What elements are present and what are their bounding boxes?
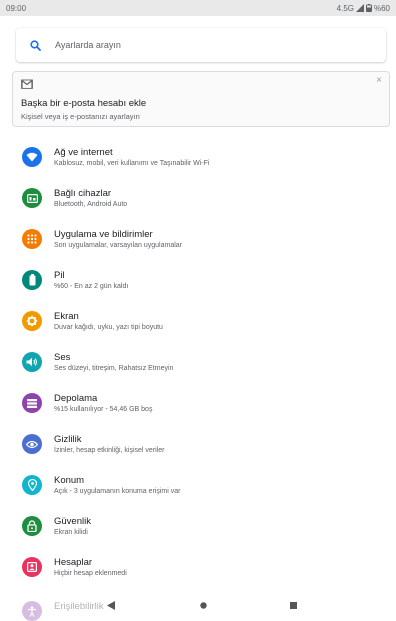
status-time: 09:00 [6, 3, 27, 13]
gmail-icon [21, 79, 33, 89]
storage-icon [22, 393, 42, 413]
accounts-icon [22, 557, 42, 577]
setting-storage[interactable]: Depolama %15 kullanılıyor - 54,46 GB boş [0, 384, 396, 425]
close-icon[interactable]: × [376, 76, 382, 86]
lock-icon [22, 516, 42, 536]
suggestion-subtitle: Kişisel veya iş e-postanızı ayarlayın [21, 112, 140, 121]
setting-subtitle: %60 - En az 2 gün kaldı [54, 283, 129, 290]
setting-title: Pil [54, 270, 65, 281]
search-icon [30, 39, 41, 51]
privacy-icon [22, 434, 42, 454]
setting-subtitle: Ses düzeyi, titreşim, Rahatsız Etmeyin [54, 365, 174, 372]
brightness-icon [22, 311, 42, 331]
setting-title: Güvenlik [54, 516, 91, 527]
suggestion-card[interactable]: × Başka bir e-posta hesabı ekle Kişisel … [12, 71, 390, 127]
setting-security[interactable]: Güvenlik Ekran kilidi [0, 507, 396, 548]
setting-subtitle: Kablosuz, mobil, veri kullanımı ve Taşın… [54, 160, 210, 167]
search-placeholder: Ayarlarda arayın [55, 40, 121, 50]
setting-title: Hesaplar [54, 557, 93, 568]
setting-subtitle: Bluetooth, Android Auto [54, 201, 128, 208]
setting-title: Depolama [54, 393, 98, 404]
back-icon [107, 600, 115, 610]
volume-icon [22, 352, 42, 372]
battery-status-icon [365, 4, 372, 12]
battery-percent: %60 [373, 3, 390, 13]
setting-privacy[interactable]: Gizlilik İzinler, hesap etkinliği, kişis… [0, 425, 396, 466]
setting-title: Ses [54, 352, 71, 363]
setting-subtitle: Son uygulamalar, varsayılan uygulamalar [54, 242, 183, 249]
setting-title: Konum [54, 475, 85, 486]
setting-title: Ağ ve internet [54, 147, 113, 158]
setting-accounts[interactable]: Hesaplar Hiçbir hesap eklenmedi [0, 548, 396, 589]
setting-subtitle: Duvar kağıdı, uyku, yazı tipi boyutu [54, 324, 163, 331]
back-button[interactable] [104, 598, 118, 612]
setting-display[interactable]: Ekran Duvar kağıdı, uyku, yazı tipi boyu… [0, 302, 396, 343]
setting-title: Bağlı cihazlar [54, 188, 112, 199]
status-indicators: 4.5G %60 [337, 4, 390, 13]
wifi-icon [22, 147, 42, 167]
setting-title: Ekran [54, 311, 79, 322]
settings-list: Ağ ve internet Kablosuz, mobil, veri kul… [0, 138, 396, 589]
setting-subtitle: %15 kullanılıyor - 54,46 GB boş [54, 406, 153, 413]
recents-button[interactable] [286, 598, 300, 612]
setting-battery[interactable]: Pil %60 - En az 2 gün kaldı [0, 261, 396, 302]
setting-subtitle: Açık - 3 uygulamanın konuma erişimi var [54, 488, 181, 495]
setting-connected-devices[interactable]: Bağlı cihazlar Bluetooth, Android Auto [0, 179, 396, 220]
setting-title: Uygulama ve bildirimler [54, 229, 153, 240]
setting-sound[interactable]: Ses Ses düzeyi, titreşim, Rahatsız Etmey… [0, 343, 396, 384]
battery-icon [22, 270, 42, 290]
home-icon [199, 601, 207, 609]
location-icon [22, 475, 42, 495]
recents-icon [289, 601, 297, 609]
setting-subtitle: Hiçbir hesap eklenmedi [54, 570, 127, 577]
setting-subtitle: İzinler, hesap etkinliği, kişisel verile… [54, 447, 165, 454]
network-type: 4.5G [336, 3, 354, 13]
devices-icon [22, 188, 42, 208]
setting-title: Gizlilik [54, 434, 82, 445]
setting-apps[interactable]: Uygulama ve bildirimler Son uygulamalar,… [0, 220, 396, 261]
setting-network[interactable]: Ağ ve internet Kablosuz, mobil, veri kul… [0, 138, 396, 179]
setting-location[interactable]: Konum Açık - 3 uygulamanın konuma erişim… [0, 466, 396, 507]
search-bar[interactable]: Ayarlarda arayın [16, 28, 386, 62]
navigation-bar [0, 592, 396, 618]
apps-icon [22, 229, 42, 249]
home-button[interactable] [196, 598, 210, 612]
signal-icon [355, 4, 364, 12]
setting-subtitle: Ekran kilidi [54, 529, 88, 536]
status-bar: 09:00 4.5G %60 [0, 0, 396, 16]
suggestion-title: Başka bir e-posta hesabı ekle [21, 98, 147, 109]
